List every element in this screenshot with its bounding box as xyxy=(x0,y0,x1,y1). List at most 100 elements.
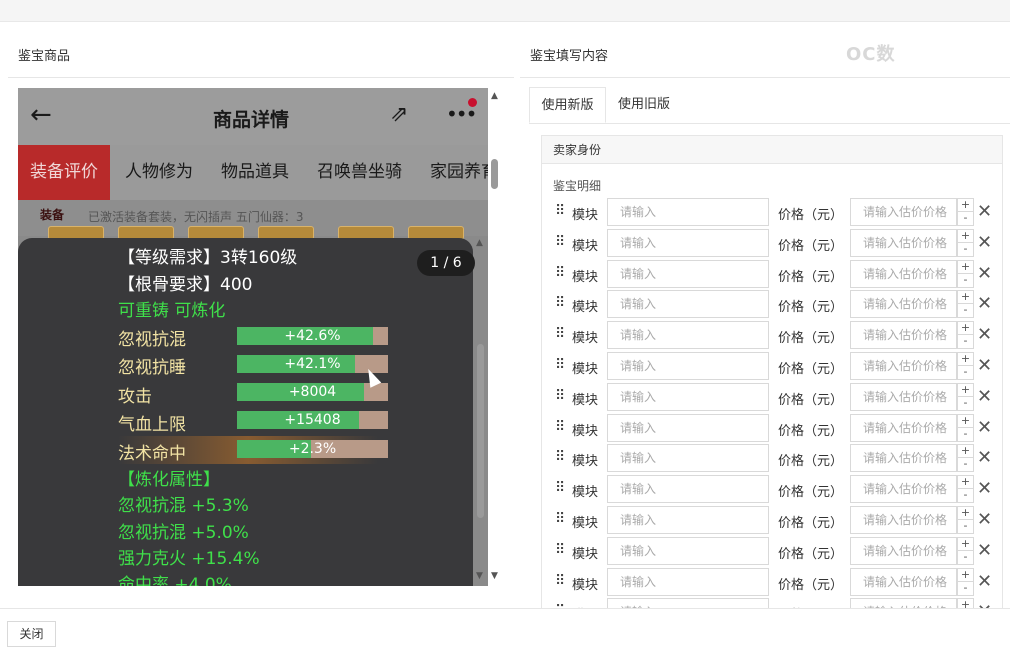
drag-handle-icon[interactable]: ⠿ xyxy=(555,235,565,251)
scroll-thumb[interactable] xyxy=(491,159,498,189)
tab-new-version[interactable]: 使用新版 xyxy=(529,87,606,123)
price-stepper[interactable]: +- xyxy=(957,352,974,380)
price-stepper[interactable]: +- xyxy=(957,382,974,411)
preview-scrollbar[interactable]: ▲ ▼ xyxy=(488,88,502,586)
scroll-down-icon[interactable]: ▼ xyxy=(476,571,483,581)
module-input[interactable]: 请输入 xyxy=(607,290,769,319)
module-input[interactable]: 请输入 xyxy=(607,567,769,596)
drag-handle-icon[interactable]: ⠿ xyxy=(555,543,565,559)
module-input[interactable]: 请输入 xyxy=(607,382,769,411)
price-stepper[interactable]: +- xyxy=(957,413,974,442)
delete-row-icon[interactable]: ✕ xyxy=(977,324,992,345)
decrement-button[interactable]: - xyxy=(958,396,973,410)
decrement-button[interactable]: - xyxy=(958,520,973,533)
increment-button[interactable]: + xyxy=(958,568,973,582)
drag-handle-icon[interactable]: ⠿ xyxy=(555,389,565,405)
module-input[interactable]: 请输入 xyxy=(607,444,769,473)
phone-tab-home[interactable]: 家园养育 xyxy=(430,145,488,200)
phone-tab-pets[interactable]: 召唤兽坐骑 xyxy=(317,145,402,200)
price-stepper[interactable]: +- xyxy=(957,506,974,534)
tooltip-scrollbar[interactable]: ▲ ▼ xyxy=(474,238,488,586)
decrement-button[interactable]: - xyxy=(958,242,973,256)
delete-row-icon[interactable]: ✕ xyxy=(977,355,992,376)
price-input[interactable]: 请输入估价价格 xyxy=(850,198,957,226)
delete-row-icon[interactable]: ✕ xyxy=(977,540,992,561)
increment-button[interactable]: + xyxy=(958,260,973,274)
module-input[interactable]: 请输入 xyxy=(607,413,769,442)
price-input[interactable]: 请输入估价价格 xyxy=(850,413,957,442)
price-stepper[interactable]: +- xyxy=(957,290,974,319)
share-icon[interactable]: ⇗ xyxy=(390,102,408,127)
price-stepper[interactable]: +- xyxy=(957,567,974,596)
price-stepper[interactable]: +- xyxy=(957,321,974,350)
module-input[interactable]: 请输入 xyxy=(607,259,769,288)
scroll-thumb[interactable] xyxy=(477,344,484,518)
delete-row-icon[interactable]: ✕ xyxy=(977,447,992,468)
drag-handle-icon[interactable]: ⠿ xyxy=(555,574,565,590)
decrement-button[interactable]: - xyxy=(958,212,973,225)
price-stepper[interactable]: +- xyxy=(957,259,974,288)
module-input[interactable]: 请输入 xyxy=(607,228,769,257)
drag-handle-icon[interactable]: ⠿ xyxy=(555,266,565,282)
drag-handle-icon[interactable]: ⠿ xyxy=(555,512,565,528)
delete-row-icon[interactable]: ✕ xyxy=(977,232,992,253)
back-arrow-icon[interactable]: ← xyxy=(30,100,52,130)
price-input[interactable]: 请输入估价价格 xyxy=(850,536,957,565)
phone-tab-equipment[interactable]: 装备评价 xyxy=(18,145,110,200)
decrement-button[interactable]: - xyxy=(958,427,973,441)
decrement-button[interactable]: - xyxy=(958,304,973,317)
module-input[interactable]: 请输入 xyxy=(607,321,769,350)
drag-handle-icon[interactable]: ⠿ xyxy=(555,450,565,466)
drag-handle-icon[interactable]: ⠿ xyxy=(555,327,565,343)
decrement-button[interactable]: - xyxy=(958,335,973,348)
decrement-button[interactable]: - xyxy=(958,458,973,471)
price-input[interactable]: 请输入估价价格 xyxy=(850,475,957,504)
drag-handle-icon[interactable]: ⠿ xyxy=(555,420,565,436)
close-button[interactable]: 关闭 xyxy=(7,621,56,647)
module-input[interactable]: 请输入 xyxy=(607,198,769,226)
module-input[interactable]: 请输入 xyxy=(607,475,769,504)
decrement-button[interactable]: - xyxy=(958,273,973,287)
module-input[interactable]: 请输入 xyxy=(607,506,769,534)
drag-handle-icon[interactable]: ⠿ xyxy=(555,296,565,312)
price-stepper[interactable]: +- xyxy=(957,198,974,226)
increment-button[interactable]: + xyxy=(958,537,973,551)
delete-row-icon[interactable]: ✕ xyxy=(977,386,992,407)
price-input[interactable]: 请输入估价价格 xyxy=(850,506,957,534)
increment-button[interactable]: + xyxy=(958,383,973,397)
drag-handle-icon[interactable]: ⠿ xyxy=(555,358,565,374)
increment-button[interactable]: + xyxy=(958,414,973,428)
scroll-up-icon[interactable]: ▲ xyxy=(476,238,483,248)
price-input[interactable]: 请输入估价价格 xyxy=(850,228,957,257)
decrement-button[interactable]: - xyxy=(958,581,973,595)
delete-row-icon[interactable]: ✕ xyxy=(977,201,992,222)
delete-row-icon[interactable]: ✕ xyxy=(977,478,992,499)
price-stepper[interactable]: +- xyxy=(957,475,974,504)
delete-row-icon[interactable]: ✕ xyxy=(977,293,992,314)
price-input[interactable]: 请输入估价价格 xyxy=(850,444,957,473)
price-stepper[interactable]: +- xyxy=(957,444,974,473)
drag-handle-icon[interactable]: ⠿ xyxy=(555,204,565,220)
decrement-button[interactable]: - xyxy=(958,489,973,502)
price-stepper[interactable]: +- xyxy=(957,536,974,565)
decrement-button[interactable]: - xyxy=(958,550,973,564)
drag-handle-icon[interactable]: ⠿ xyxy=(555,481,565,497)
phone-tab-character[interactable]: 人物修为 xyxy=(125,145,193,200)
scroll-down-icon[interactable]: ▼ xyxy=(491,571,498,581)
price-input[interactable]: 请输入估价价格 xyxy=(850,567,957,596)
scroll-up-icon[interactable]: ▲ xyxy=(491,91,498,101)
phone-tab-items[interactable]: 物品道具 xyxy=(221,145,289,200)
module-input[interactable]: 请输入 xyxy=(607,352,769,380)
module-input[interactable]: 请输入 xyxy=(607,536,769,565)
delete-row-icon[interactable]: ✕ xyxy=(977,263,992,284)
price-input[interactable]: 请输入估价价格 xyxy=(850,259,957,288)
decrement-button[interactable]: - xyxy=(958,366,973,379)
tab-old-version[interactable]: 使用旧版 xyxy=(606,87,682,123)
delete-row-icon[interactable]: ✕ xyxy=(977,509,992,530)
price-stepper[interactable]: +- xyxy=(957,228,974,257)
price-input[interactable]: 请输入估价价格 xyxy=(850,352,957,380)
price-input[interactable]: 请输入估价价格 xyxy=(850,290,957,319)
price-input[interactable]: 请输入估价价格 xyxy=(850,321,957,350)
delete-row-icon[interactable]: ✕ xyxy=(977,571,992,592)
price-input[interactable]: 请输入估价价格 xyxy=(850,382,957,411)
